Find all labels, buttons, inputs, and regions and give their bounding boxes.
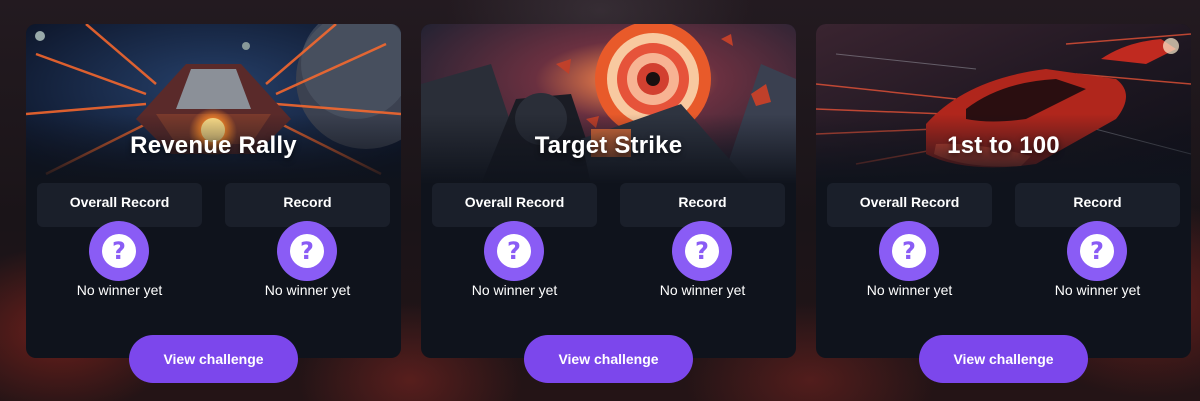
question-mark-icon: ? bbox=[879, 221, 939, 281]
question-glyph: ? bbox=[497, 234, 531, 268]
race-car-hero-image bbox=[816, 24, 1191, 184]
overall-winner-text: No winner yet bbox=[866, 282, 953, 298]
challenge-card-revenue-rally: Revenue Rally Overall Record Record ? ? … bbox=[26, 24, 401, 383]
question-glyph: ? bbox=[290, 234, 324, 268]
question-glyph: ? bbox=[892, 234, 926, 268]
card-title: Revenue Rally bbox=[130, 132, 297, 159]
record-winner-text: No winner yet bbox=[659, 282, 746, 298]
question-glyph: ? bbox=[102, 234, 136, 268]
target-explosion-hero-image bbox=[421, 24, 796, 184]
card-title: 1st to 100 bbox=[947, 132, 1060, 159]
question-mark-icon: ? bbox=[277, 221, 337, 281]
question-mark-icon: ? bbox=[672, 221, 732, 281]
spaceship-hero-image bbox=[26, 24, 401, 184]
question-mark-icon: ? bbox=[484, 221, 544, 281]
question-mark-icon: ? bbox=[1067, 221, 1127, 281]
view-challenge-button[interactable]: View challenge bbox=[524, 335, 693, 383]
question-glyph: ? bbox=[685, 234, 719, 268]
card-title: Target Strike bbox=[534, 132, 683, 159]
challenge-card-target-strike: Target Strike Overall Record Record ? ? … bbox=[421, 24, 796, 383]
view-challenge-button[interactable]: View challenge bbox=[129, 335, 298, 383]
record-winner-text: No winner yet bbox=[264, 282, 351, 298]
view-challenge-button[interactable]: View challenge bbox=[919, 335, 1088, 383]
question-mark-icon: ? bbox=[89, 221, 149, 281]
question-glyph: ? bbox=[1080, 234, 1114, 268]
overall-winner-text: No winner yet bbox=[76, 282, 163, 298]
record-winner-text: No winner yet bbox=[1054, 282, 1141, 298]
overall-winner-text: No winner yet bbox=[471, 282, 558, 298]
challenge-card-1st-to-100: 1st to 100 Overall Record Record ? ? No … bbox=[816, 24, 1191, 383]
